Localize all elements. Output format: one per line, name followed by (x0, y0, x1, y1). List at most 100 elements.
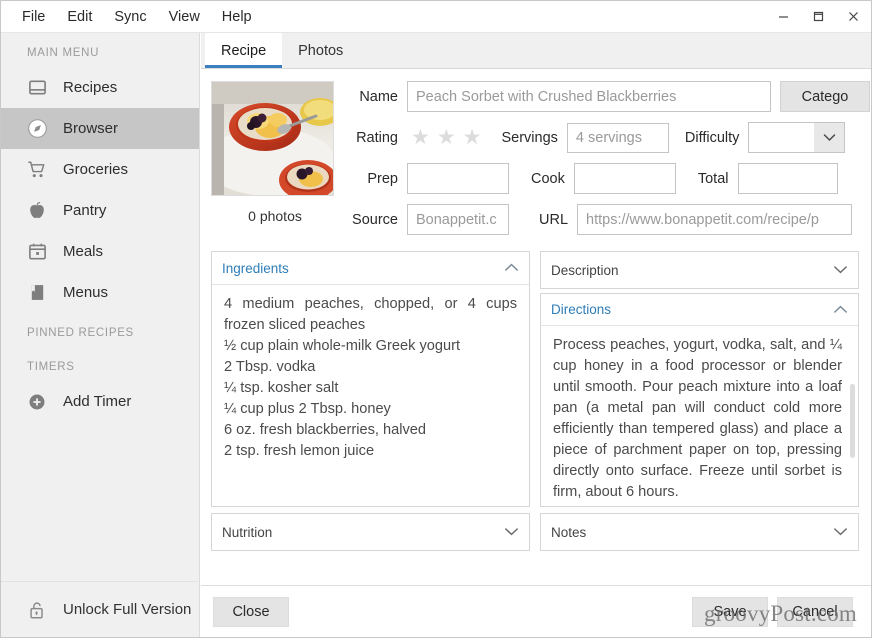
field-row-source: Source Bonappetit.c URL https://www.bona… (351, 204, 870, 235)
recipe-fields: Name Peach Sorbet with Crushed Blackberr… (339, 79, 870, 245)
field-row-times: Prep Cook Total (351, 163, 870, 194)
panel-nutrition-header[interactable]: Nutrition (212, 514, 529, 550)
rating-stars[interactable]: ★ ★ ★ (407, 127, 485, 148)
panel-ingredients-header[interactable]: Ingredients (212, 252, 529, 285)
menu-item-sync[interactable]: Sync (103, 5, 157, 29)
source-input[interactable]: Bonappetit.c (407, 204, 509, 235)
recipe-photo[interactable] (211, 81, 334, 196)
sidebar-item-add-timer[interactable]: Add Timer (1, 381, 199, 422)
dialog-footer: Close Save Cancel groovyPost.com (201, 585, 871, 637)
panel-directions: Directions Process peaches, yogurt, vodk… (540, 293, 859, 507)
sidebar-item-label: Recipes (63, 79, 118, 96)
apple-icon (25, 199, 49, 223)
sidebar-item-recipes[interactable]: Recipes (1, 67, 199, 108)
menu-item-file[interactable]: File (11, 5, 56, 29)
panel-column-left: Ingredients 4 medium peaches, chopped, o… (211, 251, 530, 551)
source-label: Source (352, 211, 398, 228)
name-input[interactable]: Peach Sorbet with Crushed Blackberries (407, 81, 771, 112)
panel-nutrition-title: Nutrition (222, 524, 273, 540)
panel-column-right: Description Directions Process peaches, … (540, 251, 859, 551)
sidebar-item-meals[interactable]: Meals (1, 231, 199, 272)
title-bar: File Edit Sync View Help (1, 1, 871, 33)
panel-description-header[interactable]: Description (541, 252, 858, 288)
total-label: Total (697, 170, 729, 187)
sidebar-item-label: Add Timer (63, 393, 132, 410)
prep-label: Prep (367, 170, 398, 187)
recipe-top-row: 0 photos Name Peach Sorbet with Crushed … (211, 79, 870, 245)
prep-input[interactable] (407, 163, 509, 194)
panel-ingredients: Ingredients 4 medium peaches, chopped, o… (211, 251, 530, 507)
menu-item-help[interactable]: Help (211, 5, 263, 29)
panel-directions-header[interactable]: Directions (541, 294, 858, 327)
difficulty-select[interactable] (748, 122, 846, 153)
sidebar-item-label: Menus (63, 284, 109, 301)
name-label: Name (359, 88, 398, 105)
main-panel: Recipe Photos 0 photos Name Peach Sorbet… (201, 33, 871, 637)
detail-panels: Ingredients 4 medium peaches, chopped, o… (211, 251, 859, 551)
panel-nutrition: Nutrition (211, 513, 530, 551)
directions-scrollbar[interactable] (850, 384, 855, 459)
footer-right-buttons: Save Cancel (692, 596, 853, 627)
star-1[interactable]: ★ (411, 127, 430, 148)
unlock-full-version-button[interactable]: Unlock Full Version (1, 581, 198, 637)
cook-label: Cook (531, 170, 565, 187)
difficulty-label: Difficulty (684, 129, 740, 146)
tab-photos[interactable]: Photos (282, 33, 359, 68)
calendar-icon (25, 240, 49, 264)
chevron-down-icon[interactable] (833, 526, 848, 538)
star-2[interactable]: ★ (437, 127, 456, 148)
panel-description-title: Description (551, 262, 619, 278)
inbox-icon (25, 76, 49, 100)
total-input[interactable] (737, 163, 838, 194)
panel-ingredients-title: Ingredients (222, 260, 289, 276)
directions-text: Process peaches, yogurt, vodka, salt, an… (553, 337, 842, 501)
servings-input[interactable]: 4 servings (566, 122, 669, 153)
url-label: URL (539, 211, 569, 228)
panel-description: Description (540, 251, 859, 289)
field-row-rating: Rating ★ ★ ★ Servings 4 servings Difficu… (351, 122, 870, 153)
ingredients-text: 4 medium peaches, chopped, or 4 cups fro… (224, 296, 517, 459)
panel-notes: Notes (540, 513, 859, 551)
save-button[interactable]: Save (692, 596, 768, 627)
sidebar-item-pantry[interactable]: Pantry (1, 190, 199, 231)
category-button[interactable]: Catego (780, 81, 870, 112)
sidebar-item-browser[interactable]: Browser (1, 108, 199, 149)
tab-recipe[interactable]: Recipe (205, 33, 283, 68)
chevron-down-icon[interactable] (504, 526, 519, 538)
panel-directions-body[interactable]: Process peaches, yogurt, vodka, salt, an… (541, 326, 858, 506)
sidebar-item-label: Browser (63, 120, 119, 137)
panel-ingredients-body[interactable]: 4 medium peaches, chopped, or 4 cups fro… (212, 285, 529, 506)
sidebar-item-menus[interactable]: Menus (1, 272, 199, 313)
close-button[interactable]: Close (213, 596, 289, 627)
sidebar-section-pinned-recipes: PINNED RECIPES (27, 327, 134, 339)
maximize-icon[interactable] (801, 1, 836, 33)
chevron-down-icon[interactable] (814, 123, 845, 152)
sidebar-item-label: Groceries (63, 161, 129, 178)
field-row-name: Name Peach Sorbet with Crushed Blackberr… (351, 81, 870, 112)
recipe-editor: 0 photos Name Peach Sorbet with Crushed … (201, 69, 871, 585)
chevron-up-icon[interactable] (833, 304, 848, 316)
plus-circle-icon (25, 390, 49, 414)
menu-item-view[interactable]: View (158, 5, 211, 29)
chevron-up-icon[interactable] (504, 262, 519, 274)
star-3[interactable]: ★ (463, 127, 482, 148)
sidebar: MAIN MENU Recipes Browser Groceries Pant… (1, 33, 200, 637)
sidebar-item-groceries[interactable]: Groceries (1, 149, 199, 190)
cook-input[interactable] (573, 163, 676, 194)
sidebar-section-timers: TIMERS (27, 361, 75, 373)
rating-label: Rating (356, 129, 398, 146)
cancel-button[interactable]: Cancel (777, 596, 853, 627)
minimize-icon[interactable] (766, 1, 801, 33)
menu-item-edit[interactable]: Edit (56, 5, 103, 29)
panel-notes-header[interactable]: Notes (541, 514, 858, 550)
unlock-label: Unlock Full Version (63, 601, 192, 618)
sidebar-section-main-menu: MAIN MENU (27, 47, 100, 59)
photo-count-label: 0 photos (248, 208, 302, 224)
chevron-down-icon[interactable] (833, 264, 848, 276)
close-icon[interactable] (836, 1, 871, 33)
photo-image (212, 82, 333, 195)
url-input[interactable]: https://www.bonappetit.com/recipe/p (577, 204, 853, 235)
sidebar-item-label: Meals (63, 243, 104, 260)
photo-column: 0 photos (211, 79, 339, 224)
panel-directions-title: Directions (551, 302, 612, 318)
